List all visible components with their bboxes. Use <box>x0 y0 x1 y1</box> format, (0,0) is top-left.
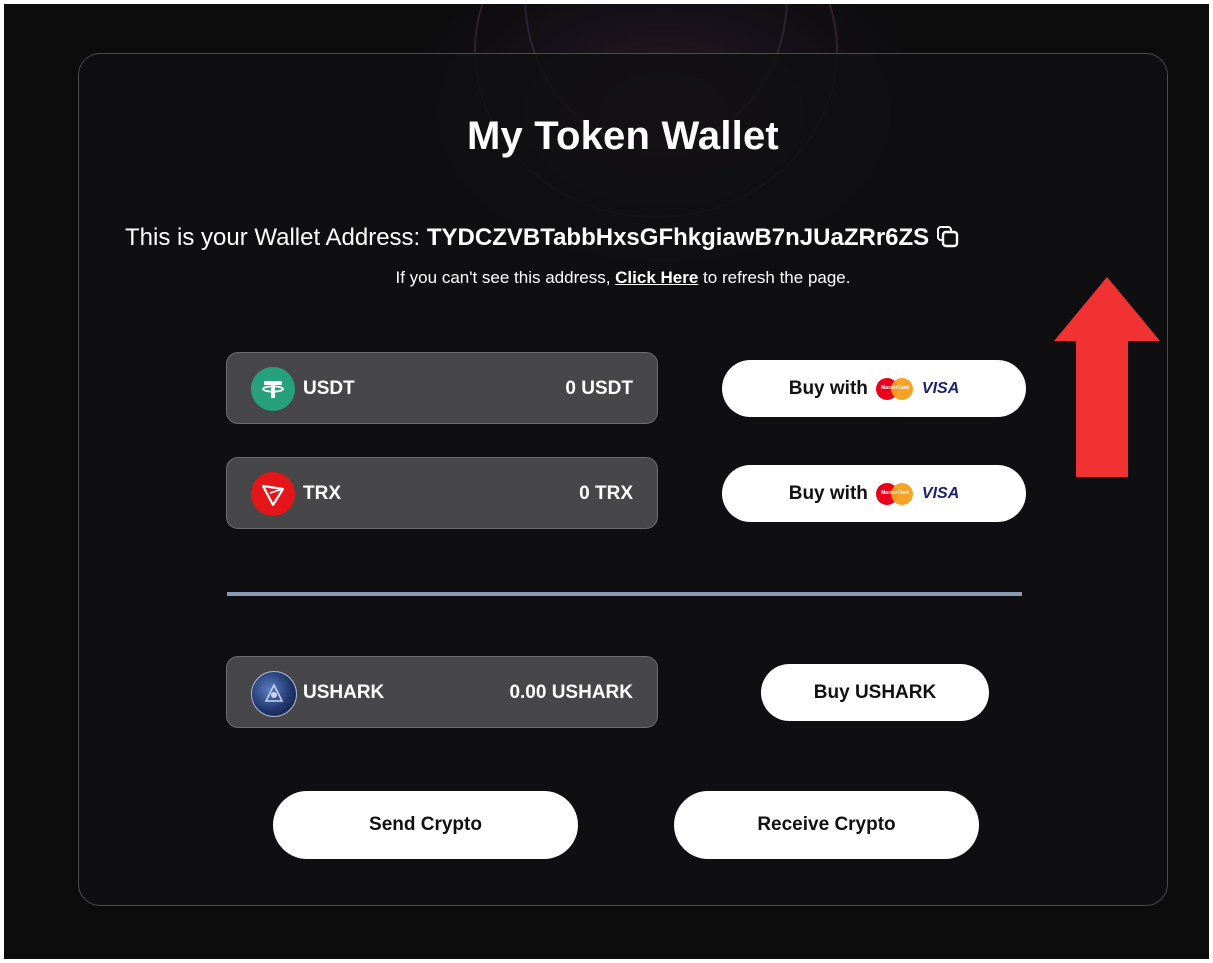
token-balance: 0 USDT <box>565 378 633 399</box>
page-background: My Token Wallet This is your Wallet Addr… <box>4 4 1209 959</box>
buy-with-label: Buy with <box>788 377 868 399</box>
receive-crypto-button[interactable]: Receive Crypto <box>674 791 979 859</box>
wallet-address-line: This is your Wallet Address: TYDCZVBTabb… <box>125 224 961 252</box>
mastercard-icon: MasterCard <box>875 377 914 400</box>
buy-ushark-button[interactable]: Buy USHARK <box>761 664 989 721</box>
token-balance-usdt: USDT 0 USDT <box>226 352 658 424</box>
buy-usdt-card-button[interactable]: Buy with MasterCard VISA <box>722 360 1026 417</box>
token-balance: 0 TRX <box>579 483 633 504</box>
tether-icon <box>251 367 295 411</box>
send-crypto-button[interactable]: Send Crypto <box>273 791 578 859</box>
tron-icon <box>251 472 295 516</box>
mastercard-icon: MasterCard <box>875 482 914 505</box>
click-here-link[interactable]: Click Here <box>615 268 698 287</box>
ushark-icon <box>251 671 297 717</box>
buy-with-label: Buy with <box>788 482 868 504</box>
page-title: My Token Wallet <box>467 114 779 158</box>
visa-icon: VISA <box>921 379 960 397</box>
copy-icon[interactable] <box>935 224 961 250</box>
token-balance-trx: TRX 0 TRX <box>226 457 658 529</box>
red-up-arrow-annotation <box>1054 277 1160 477</box>
token-balance: 0.00 USHARK <box>509 682 633 703</box>
refresh-prefix: If you can't see this address, <box>395 268 616 287</box>
section-divider <box>227 592 1022 596</box>
wallet-address-value: TYDCZVBTabbHxsGFhkgiawB7nJUaZRr6ZS <box>426 224 930 251</box>
wallet-card: My Token Wallet This is your Wallet Addr… <box>78 53 1168 906</box>
token-name: USHARK <box>303 682 385 703</box>
refresh-hint: If you can't see this address, Click Her… <box>79 268 1167 288</box>
buy-trx-card-button[interactable]: Buy with MasterCard VISA <box>722 465 1026 522</box>
wallet-address-label: This is your Wallet Address: <box>125 224 427 251</box>
token-balance-ushark: USHARK 0.00 USHARK <box>226 656 658 728</box>
visa-icon: VISA <box>921 484 960 502</box>
token-name: USDT <box>303 378 355 399</box>
refresh-suffix: to refresh the page. <box>698 268 851 287</box>
token-name: TRX <box>303 483 341 504</box>
